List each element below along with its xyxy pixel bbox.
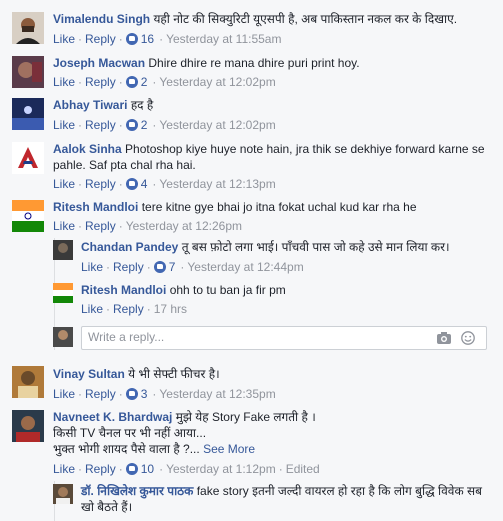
like-button[interactable]: Like <box>53 75 75 89</box>
like-count[interactable]: 2 <box>141 118 148 132</box>
comment-text: ये भी सेफ्टी फीचर है। <box>128 367 220 381</box>
timestamp[interactable]: Yesterday at 12:44pm <box>187 260 303 274</box>
like-count[interactable]: 4 <box>141 177 148 191</box>
comment-text: यही नोट की सिक्युरिटी यूएसपी है, अब पाकि… <box>153 12 458 26</box>
avatar[interactable] <box>12 366 44 398</box>
comment-text: Dhire dhire re mana dhire puri print hoy… <box>148 56 360 70</box>
comment-text-line-2: किसी TV चैनल पर भी नहीं आया... <box>53 426 207 440</box>
avatar[interactable] <box>53 283 73 303</box>
see-more-link[interactable]: See More <box>203 442 255 456</box>
camera-icon[interactable] <box>436 331 452 345</box>
like-icon[interactable] <box>125 76 138 88</box>
commenter-name[interactable]: Joseph Macwan <box>53 56 145 70</box>
timestamp[interactable]: Yesterday at 12:02pm <box>159 75 275 89</box>
comment-text: तू बस फ़ोटो लगा भाई। पाँचवी पास जो कहे उ… <box>181 240 450 254</box>
like-button[interactable]: Like <box>53 387 75 401</box>
avatar[interactable] <box>12 12 44 44</box>
commenter-name[interactable]: Vimalendu Singh <box>53 12 150 26</box>
timestamp[interactable]: Yesterday at 11:55am <box>166 32 281 46</box>
reply-input[interactable] <box>82 327 424 347</box>
like-count[interactable]: 7 <box>169 260 176 274</box>
like-button[interactable]: Like <box>81 302 103 316</box>
commenter-name[interactable]: Abhay Tiwari <box>53 98 127 112</box>
reply-button[interactable]: Reply <box>85 219 116 233</box>
like-button[interactable]: Like <box>53 32 75 46</box>
like-count[interactable]: 10 <box>141 462 154 476</box>
timestamp[interactable]: Yesterday at 12:26pm <box>126 219 242 233</box>
reply-button[interactable]: Reply <box>85 118 116 132</box>
avatar[interactable] <box>12 142 44 174</box>
commenter-name[interactable]: Vinay Sultan <box>53 367 125 381</box>
commenter-name[interactable]: Aalok Sinha <box>53 142 122 156</box>
timestamp[interactable]: Yesterday at 12:02pm <box>159 118 275 132</box>
comment-text: tere kitne gye bhai jo itna fokat uchal … <box>141 200 417 214</box>
comment-text-line-3: भुक्त भोगी शायद पैसे वाला है ?... <box>53 442 200 456</box>
comment-text: हद है <box>130 98 154 112</box>
timestamp[interactable]: Yesterday at 1:12pm <box>166 462 276 476</box>
reply-button[interactable]: Reply <box>85 177 116 191</box>
like-button[interactable]: Like <box>53 177 75 191</box>
like-button[interactable]: Like <box>53 219 75 233</box>
emoji-icon[interactable] <box>460 331 476 345</box>
commenter-name[interactable]: Navneet K. Bhardwaj <box>53 410 172 424</box>
like-icon[interactable] <box>153 261 166 273</box>
comment-text-line-1: मुझे येह Story Fake लगती है । <box>175 410 316 424</box>
avatar[interactable] <box>53 484 73 504</box>
reply-box <box>81 326 487 350</box>
avatar[interactable] <box>53 240 73 260</box>
timestamp[interactable]: Yesterday at 12:35pm <box>159 387 275 401</box>
avatar[interactable] <box>12 410 44 442</box>
reply-button[interactable]: Reply <box>85 75 116 89</box>
commenter-name[interactable]: डॉ. निखिलेश कुमार पाठक <box>81 484 193 498</box>
like-button[interactable]: Like <box>81 260 103 274</box>
like-icon[interactable] <box>125 119 138 131</box>
like-icon[interactable] <box>125 178 138 190</box>
like-count[interactable]: 16 <box>141 32 154 46</box>
like-icon[interactable] <box>125 388 138 400</box>
like-button[interactable]: Like <box>53 462 75 476</box>
avatar[interactable] <box>12 98 44 130</box>
edited-label[interactable]: Edited <box>286 462 320 476</box>
like-count[interactable]: 2 <box>141 75 148 89</box>
commenter-name[interactable]: Chandan Pandey <box>81 240 178 254</box>
comment-text: ohh to tu ban ja fir pm <box>169 283 286 297</box>
current-user-avatar <box>53 327 73 347</box>
reply-button[interactable]: Reply <box>85 462 116 476</box>
reply-button[interactable]: Reply <box>113 260 144 274</box>
avatar[interactable] <box>12 200 44 232</box>
reply-button[interactable]: Reply <box>113 302 144 316</box>
commenter-name[interactable]: Ritesh Mandloi <box>81 283 166 297</box>
timestamp[interactable]: 17 hrs <box>154 302 187 316</box>
reply-button[interactable]: Reply <box>85 32 116 46</box>
timestamp[interactable]: Yesterday at 12:13pm <box>159 177 275 191</box>
like-count[interactable]: 3 <box>141 387 148 401</box>
like-icon[interactable] <box>125 463 138 475</box>
like-icon[interactable] <box>125 33 138 45</box>
commenter-name[interactable]: Ritesh Mandloi <box>53 200 138 214</box>
like-button[interactable]: Like <box>53 118 75 132</box>
avatar[interactable] <box>12 56 44 88</box>
reply-button[interactable]: Reply <box>85 387 116 401</box>
